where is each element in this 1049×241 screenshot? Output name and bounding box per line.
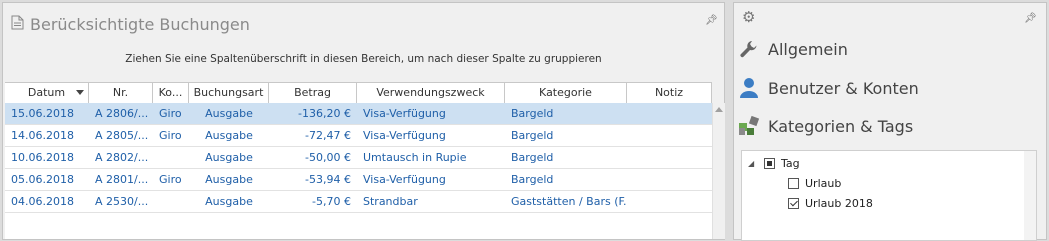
panel-title: Berücksichtigte Buchungen [11, 12, 250, 36]
table-row[interactable]: 14.06.2018 A 2805/... Giro Ausgabe -72,4… [5, 125, 712, 147]
cell-datum: 10.06.2018 [11, 151, 74, 164]
cell-nr: A 2805/... [95, 129, 149, 142]
cell-buchungsart: Ausgabe [205, 195, 253, 208]
cell-buchungsart: Ausgabe [205, 107, 253, 120]
urlaub-checkbox[interactable] [788, 178, 799, 189]
column-header-verwendungszweck[interactable]: Verwendungszweck [357, 83, 505, 103]
cell-datum: 05.06.2018 [11, 173, 74, 186]
tree-node-tag[interactable]: ◢ Tag [748, 157, 800, 170]
nav-item-benutzer-konten[interactable]: Benutzer & Konten [738, 73, 919, 103]
column-header-notiz[interactable]: Notiz [627, 83, 712, 103]
cell-verwendungszweck: Visa-Verfügung [363, 129, 446, 142]
cell-betrag: -50,00 € [305, 151, 351, 164]
cell-kategorie: Bargeld [511, 151, 554, 164]
cell-notiz [627, 147, 712, 168]
cell-konto [153, 147, 189, 168]
cell-nr: A 2806/... [95, 107, 149, 120]
cell-kategorie: Gaststätten / Bars (F... [511, 195, 627, 208]
panel-title-text: Berücksichtigte Buchungen [30, 14, 250, 34]
bookings-table: 15.06.2018 A 2806/... Giro Ausgabe -136,… [5, 103, 712, 213]
table-empty-area [5, 213, 712, 239]
cell-buchungsart: Ausgabe [205, 151, 253, 164]
cell-konto: Giro [159, 107, 182, 120]
cell-kategorie: Bargeld [511, 107, 554, 120]
nav-item-label: Kategorien & Tags [768, 116, 914, 136]
cell-betrag: -5,70 € [312, 195, 351, 208]
cell-datum: 14.06.2018 [11, 129, 74, 142]
column-header-buchungsart[interactable]: Buchungsart [189, 83, 269, 103]
table-scrollbar[interactable] [712, 103, 725, 239]
table-row[interactable]: 05.06.2018 A 2801/... Giro Ausgabe -53,9… [5, 169, 712, 191]
cell-kategorie: Bargeld [511, 129, 554, 142]
cell-betrag: -72,47 € [305, 129, 351, 142]
user-icon [738, 77, 760, 99]
table-row[interactable]: 10.06.2018 A 2802/... Ausgabe -50,00 € U… [5, 147, 712, 169]
cell-konto [153, 191, 189, 212]
sort-descending-icon [76, 90, 84, 95]
column-header-datum[interactable]: Datum [5, 83, 89, 103]
cell-verwendungszweck: Strandbar [363, 195, 418, 208]
table-row[interactable]: 04.06.2018 A 2530/... Ausgabe -5,70 € St… [5, 191, 712, 213]
tag-tree: ◢ Tag Urlaub Urlaub 2018 [741, 150, 1037, 241]
nav-item-kategorien-tags[interactable]: Kategorien & Tags [738, 111, 913, 141]
tree-node-urlaub[interactable]: Urlaub [788, 177, 841, 190]
cell-buchungsart: Ausgabe [205, 129, 253, 142]
cell-notiz [627, 125, 712, 146]
expand-arrow-icon[interactable]: ◢ [748, 159, 758, 168]
pin-icon[interactable]: 📌︎ [1024, 13, 1037, 24]
cell-betrag: -53,94 € [305, 173, 351, 186]
table-row[interactable]: 15.06.2018 A 2806/... Giro Ausgabe -136,… [5, 103, 712, 125]
tree-node-urlaub-2018[interactable]: Urlaub 2018 [788, 197, 873, 210]
cell-verwendungszweck: Visa-Verfügung [363, 173, 446, 186]
settings-panel: ⚙ 📌︎ Allgemein Benutzer & Konten Kategor… [733, 2, 1047, 241]
cell-verwendungszweck: Visa-Verfügung [363, 107, 446, 120]
cell-konto: Giro [159, 129, 182, 142]
scroll-up-icon[interactable] [715, 107, 723, 112]
cell-nr: A 2802/... [95, 151, 149, 164]
cell-datum: 15.06.2018 [11, 107, 74, 120]
grid-header: Datum Nr. Ko... Buchungsart Betrag Verwe… [5, 82, 712, 104]
cell-verwendungszweck: Umtausch in Rupie [363, 151, 467, 164]
column-header-nr[interactable]: Nr. [89, 83, 153, 103]
cell-konto: Giro [159, 173, 182, 186]
cell-betrag: -136,20 € [298, 107, 351, 120]
tag-checkbox[interactable] [764, 158, 775, 169]
column-header-kategorie[interactable]: Kategorie [505, 83, 627, 103]
nav-item-allgemein[interactable]: Allgemein [738, 34, 848, 64]
pin-icon[interactable]: 📌︎ [705, 15, 718, 26]
cell-datum: 04.06.2018 [11, 195, 74, 208]
urlaub-2018-checkbox[interactable] [788, 198, 799, 209]
wrench-icon [738, 38, 760, 60]
document-icon [11, 15, 24, 34]
bookings-panel: Berücksichtigte Buchungen 📌︎ Ziehen Sie … [2, 2, 725, 240]
column-header-betrag[interactable]: Betrag [269, 83, 357, 103]
column-header-konto[interactable]: Ko... [153, 83, 189, 103]
nav-item-label: Allgemein [768, 39, 848, 59]
tree-node-label: Urlaub [805, 177, 842, 190]
cell-notiz [627, 103, 712, 124]
tree-node-label: Urlaub 2018 [805, 197, 873, 210]
gear-icon[interactable]: ⚙ [742, 8, 755, 26]
cell-kategorie: Bargeld [511, 173, 554, 186]
cell-buchungsart: Ausgabe [205, 173, 253, 186]
cell-notiz [627, 169, 712, 190]
cell-notiz [627, 191, 712, 212]
categories-icon [738, 115, 760, 137]
tree-scrollbar[interactable] [1024, 151, 1036, 240]
cell-nr: A 2530/... [95, 195, 149, 208]
cell-nr: A 2801/... [95, 173, 149, 186]
nav-item-label: Benutzer & Konten [768, 78, 919, 98]
group-by-area[interactable]: Ziehen Sie eine Spaltenüberschrift in di… [3, 53, 724, 65]
tree-node-label: Tag [781, 157, 800, 170]
